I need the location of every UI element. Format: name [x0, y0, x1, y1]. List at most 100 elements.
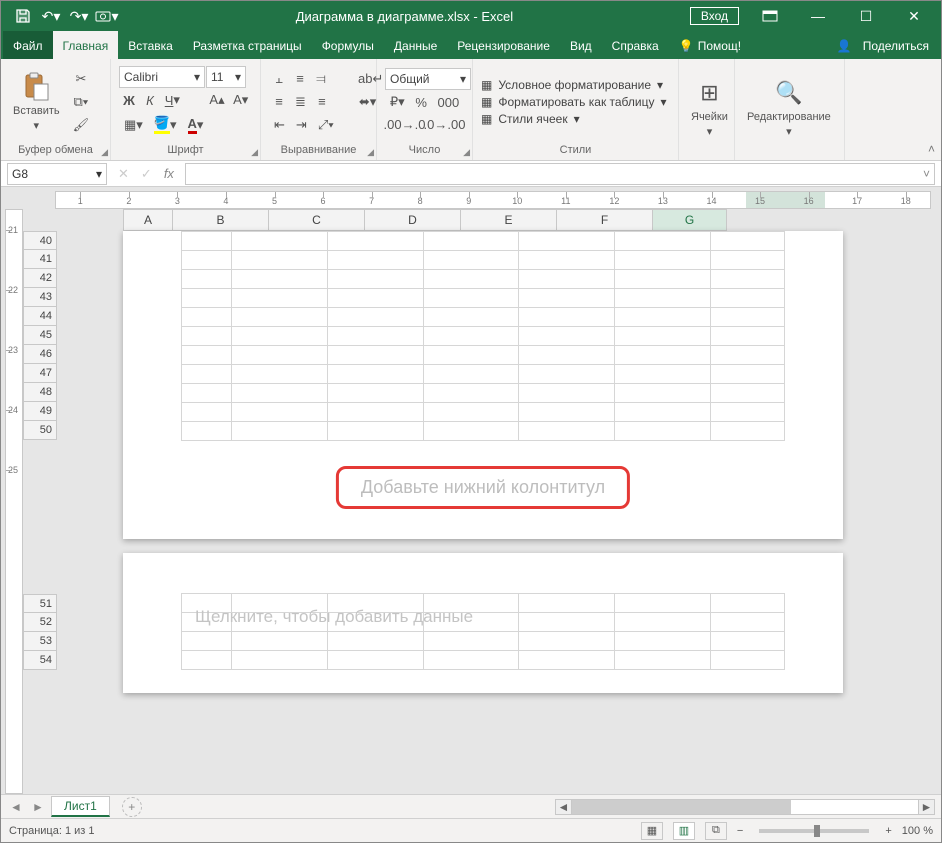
- paste-button[interactable]: Вставить▾: [9, 69, 64, 134]
- cells-grid-2[interactable]: [181, 593, 785, 670]
- cut-icon[interactable]: ✂: [68, 68, 95, 90]
- tab-tellme[interactable]: 💡Помощ!: [669, 31, 751, 59]
- fx-icon[interactable]: fx: [159, 163, 179, 185]
- tab-view[interactable]: Вид: [560, 31, 602, 59]
- format-as-table-button[interactable]: ▦Форматировать как таблицу▾: [481, 95, 670, 109]
- row-header-41[interactable]: 41: [23, 250, 57, 269]
- font-name-select[interactable]: Calibri▾: [119, 66, 205, 88]
- add-data-placeholder[interactable]: Щелкните, чтобы добавить данные: [195, 607, 473, 627]
- scroll-left-icon[interactable]: ◄: [556, 800, 572, 814]
- formula-bar[interactable]: ˅: [185, 163, 935, 185]
- row-header-43[interactable]: 43: [23, 288, 57, 307]
- tab-formulas[interactable]: Формулы: [312, 31, 384, 59]
- column-header-B[interactable]: B: [173, 209, 269, 231]
- tab-help[interactable]: Справка: [602, 31, 669, 59]
- view-pagelayout-icon[interactable]: ▥: [673, 822, 695, 840]
- zoom-out-icon[interactable]: −: [737, 825, 743, 837]
- tab-data[interactable]: Данные: [384, 31, 447, 59]
- increase-decimal-icon[interactable]: .00→.0: [385, 114, 424, 135]
- percent-format-icon[interactable]: %: [410, 91, 431, 113]
- align-center-icon[interactable]: ≣: [290, 91, 311, 113]
- zoom-in-icon[interactable]: +: [885, 825, 891, 837]
- cells-button[interactable]: ⊞Ячейки▾: [687, 75, 732, 140]
- format-painter-icon[interactable]: 🖌: [68, 114, 95, 136]
- footer-placeholder[interactable]: Добавьте нижний колонтитул: [336, 466, 630, 509]
- comma-format-icon[interactable]: 000: [433, 91, 464, 113]
- row-header-52[interactable]: 52: [23, 613, 57, 632]
- collapse-ribbon-icon[interactable]: ˄: [928, 142, 935, 156]
- row-header-47[interactable]: 47: [23, 364, 57, 383]
- sheet-tab-1[interactable]: Лист1: [51, 796, 110, 817]
- align-top-icon[interactable]: ⫠: [269, 68, 289, 90]
- view-pagebreak-icon[interactable]: ⧉: [705, 822, 727, 840]
- align-bottom-icon[interactable]: ⫤: [311, 68, 331, 90]
- expand-bar-icon[interactable]: ˅: [923, 167, 930, 181]
- column-header-F[interactable]: F: [557, 209, 653, 231]
- row-header-42[interactable]: 42: [23, 269, 57, 288]
- borders-button[interactable]: ▦▾: [119, 112, 148, 137]
- maximize-icon[interactable]: ☐: [843, 1, 889, 31]
- name-box[interactable]: G8▾: [7, 163, 107, 185]
- row-header-51[interactable]: 51: [23, 594, 57, 613]
- number-dialog-icon[interactable]: ◢: [463, 147, 470, 158]
- column-header-E[interactable]: E: [461, 209, 557, 231]
- tab-home[interactable]: Главная: [53, 31, 119, 59]
- increase-indent-icon[interactable]: ⇥: [291, 114, 312, 136]
- ribbon-options-icon[interactable]: [747, 1, 793, 31]
- column-header-G[interactable]: G: [653, 209, 727, 231]
- tab-review[interactable]: Рецензирование: [447, 31, 560, 59]
- new-sheet-button[interactable]: +: [122, 797, 142, 817]
- minimize-icon[interactable]: —: [795, 1, 841, 31]
- sheet-nav-next-icon[interactable]: ►: [29, 798, 47, 816]
- row-header-45[interactable]: 45: [23, 326, 57, 345]
- zoom-slider[interactable]: [759, 829, 869, 833]
- accounting-format-icon[interactable]: ₽▾: [385, 91, 409, 113]
- close-icon[interactable]: ✕: [891, 1, 937, 31]
- font-size-select[interactable]: 11▾: [206, 66, 246, 88]
- decrease-indent-icon[interactable]: ⇤: [269, 114, 290, 136]
- increase-font-icon[interactable]: A▴: [206, 89, 229, 111]
- bold-button[interactable]: Ж: [119, 89, 139, 111]
- tab-insert[interactable]: Вставка: [118, 31, 183, 59]
- fill-color-button[interactable]: 🪣▾: [149, 112, 182, 137]
- row-header-49[interactable]: 49: [23, 402, 57, 421]
- column-header-D[interactable]: D: [365, 209, 461, 231]
- tab-pagelayout[interactable]: Разметка страницы: [183, 31, 312, 59]
- clipboard-dialog-icon[interactable]: ◢: [101, 147, 108, 158]
- number-format-select[interactable]: Общий▾: [385, 68, 471, 90]
- save-icon[interactable]: [11, 4, 35, 28]
- row-header-40[interactable]: 40: [23, 231, 57, 250]
- row-header-54[interactable]: 54: [23, 651, 57, 670]
- copy-icon[interactable]: ⧉▾: [68, 91, 95, 113]
- editing-button[interactable]: 🔍Редактирование▾: [743, 75, 835, 140]
- tab-file[interactable]: Файл: [3, 31, 53, 59]
- font-dialog-icon[interactable]: ◢: [251, 147, 258, 158]
- decrease-decimal-icon[interactable]: .0→.00: [425, 114, 464, 135]
- row-header-48[interactable]: 48: [23, 383, 57, 402]
- sheet-nav-prev-icon[interactable]: ◄: [7, 798, 25, 816]
- decrease-font-icon[interactable]: A▾: [229, 89, 252, 111]
- orientation-icon[interactable]: ⤢▾: [313, 114, 339, 136]
- row-header-44[interactable]: 44: [23, 307, 57, 326]
- cell-styles-button[interactable]: ▦Стили ячеек▾: [481, 112, 670, 126]
- font-color-button[interactable]: А▾: [183, 112, 209, 137]
- undo-icon[interactable]: ↶▾: [39, 4, 63, 28]
- scroll-thumb[interactable]: [572, 800, 791, 814]
- row-header-50[interactable]: 50: [23, 421, 57, 440]
- underline-button[interactable]: Ч▾: [161, 89, 184, 111]
- share-button[interactable]: 👤 Поделиться: [826, 31, 939, 59]
- scroll-right-icon[interactable]: ►: [918, 800, 934, 814]
- alignment-dialog-icon[interactable]: ◢: [367, 147, 374, 158]
- row-header-46[interactable]: 46: [23, 345, 57, 364]
- camera-icon[interactable]: ▾: [95, 4, 119, 28]
- enter-formula-icon[interactable]: ✓: [136, 163, 157, 185]
- align-right-icon[interactable]: ≡: [312, 91, 332, 113]
- zoom-level[interactable]: 100 %: [902, 825, 933, 837]
- cancel-formula-icon[interactable]: ✕: [113, 163, 134, 185]
- column-header-A[interactable]: A: [123, 209, 173, 231]
- align-left-icon[interactable]: ≡: [269, 91, 289, 113]
- cells-grid[interactable]: [181, 231, 785, 441]
- row-header-53[interactable]: 53: [23, 632, 57, 651]
- column-header-C[interactable]: C: [269, 209, 365, 231]
- italic-button[interactable]: К: [140, 89, 160, 111]
